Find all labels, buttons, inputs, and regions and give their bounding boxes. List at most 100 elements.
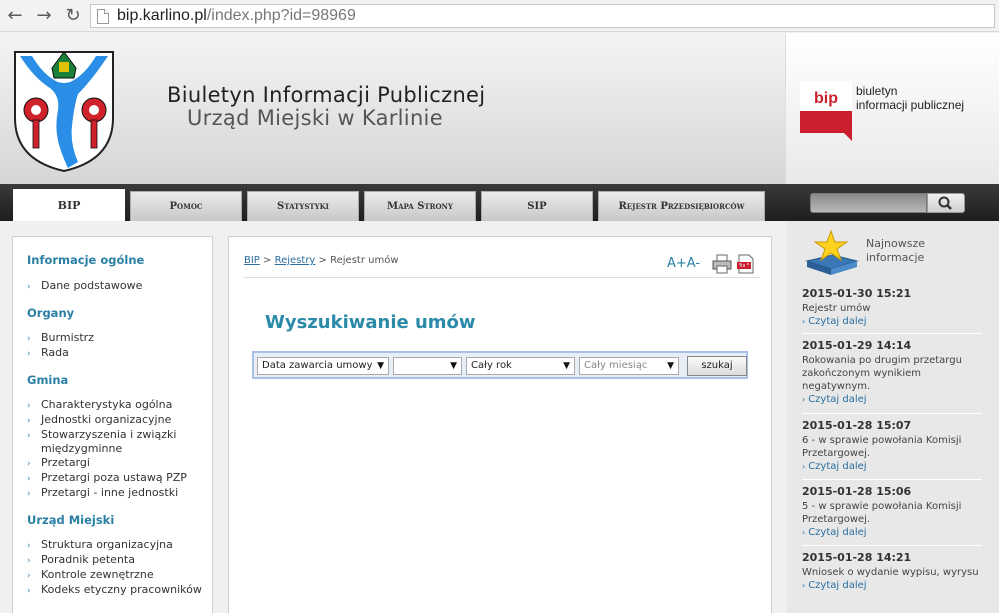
chevron-right-icon: › xyxy=(802,462,806,471)
read-more-link[interactable]: › Czytaj dalej xyxy=(802,527,988,538)
news-text[interactable]: Rokowania po drugim przetargu zakończony… xyxy=(802,354,988,393)
range-select[interactable]: Cały rok ▼ xyxy=(466,357,575,375)
left-sidebar: Informacje ogólne › Dane podstawowe Organ… xyxy=(12,236,213,613)
chevron-right-icon: › xyxy=(27,489,31,499)
sidebar-item-kodeks[interactable]: › Kodeks etyczny pracowników xyxy=(27,583,211,598)
bip-logo-line1: biuletyn xyxy=(856,84,897,98)
sidebar-item-burmistrz[interactable]: › Burmistrz xyxy=(27,331,211,346)
news-item: 2015-01-29 14:14 Rokowania po drugim prz… xyxy=(802,339,988,405)
tab-sip[interactable]: SIP xyxy=(481,191,593,221)
site-subtitle: Urząd Miejski w Karlinie xyxy=(187,106,443,130)
search-icon xyxy=(938,196,952,210)
news-divider xyxy=(802,545,982,546)
chevron-right-icon: › xyxy=(27,571,31,581)
news-header-line2: informacje xyxy=(866,251,925,264)
tab-statystyki[interactable]: Statystyki xyxy=(247,191,359,221)
sidebar-item-jednostki[interactable]: › Jednostki organizacyjne xyxy=(27,413,211,428)
search-filter-bar: Data zawarcia umowy ▼ ▼ Cały rok ▼ Cały mi… xyxy=(252,351,748,379)
news-date: 2015-01-29 14:14 xyxy=(802,339,912,352)
read-more-link[interactable]: › Czytaj dalej xyxy=(802,394,988,405)
chevron-right-icon: › xyxy=(802,528,806,537)
year-select[interactable]: ▼ xyxy=(393,357,462,375)
sidebar-item-charakterystyka[interactable]: › Charakterystyka ogólna xyxy=(27,398,211,413)
url-path: /index.php?id=98969 xyxy=(206,7,356,24)
karlino-coat-of-arms-logo[interactable] xyxy=(12,48,116,173)
search-input[interactable] xyxy=(810,193,927,213)
news-text[interactable]: Rejestr umów xyxy=(802,302,988,315)
back-arrow-icon[interactable]: ← xyxy=(4,5,26,27)
sidebar-section-gmina[interactable]: Gmina xyxy=(27,373,68,387)
news-text[interactable]: Wniosek o wydanie wypisu, wyrysu xyxy=(802,566,988,579)
month-select[interactable]: Cały miesiąc ▼ xyxy=(579,357,679,375)
tab-pomoc[interactable]: Pomoc xyxy=(130,191,242,221)
chevron-right-icon: › xyxy=(27,541,31,551)
page-icon xyxy=(97,9,109,24)
bip-logo[interactable]: bip biuletyn informacji publicznej xyxy=(800,81,980,141)
chevron-right-icon: › xyxy=(27,431,31,441)
url-text: bip.karlino.pl/index.php?id=98969 xyxy=(117,7,356,25)
sidebar-item-rada[interactable]: › Rada xyxy=(27,346,211,361)
read-more-link[interactable]: › Czytaj dalej xyxy=(802,316,988,327)
breadcrumb-rejestry[interactable]: Rejestry xyxy=(275,255,316,266)
site-header: Biuletyn Informacji Publicznej Urząd Mie… xyxy=(0,33,999,184)
news-divider xyxy=(802,413,982,414)
chevron-right-icon: › xyxy=(27,416,31,426)
news-date: 2015-01-28 14:21 xyxy=(802,551,912,564)
chevron-right-icon: › xyxy=(27,334,31,344)
print-icon[interactable] xyxy=(712,254,732,274)
sidebar-item-przetargi-inne[interactable]: › Przetargi - inne jednostki xyxy=(27,486,211,501)
chevron-right-icon: › xyxy=(27,401,31,411)
news-item: 2015-01-30 15:21 Rejestr umów › Czytaj da… xyxy=(802,287,988,327)
date-field-select[interactable]: Data zawarcia umowy ▼ xyxy=(257,357,389,375)
search-button[interactable] xyxy=(927,193,965,213)
chevron-right-icon: › xyxy=(802,317,806,326)
sidebar-section-urzad-miejski[interactable]: Urząd Miejski xyxy=(27,513,114,527)
breadcrumb-divider xyxy=(244,277,760,278)
news-divider xyxy=(802,479,982,480)
sidebar-item-przetargi[interactable]: › Przetargi xyxy=(27,456,211,471)
main-nav: BIP Pomoc Statystyki Mapa Strony SIP Rej… xyxy=(0,184,999,221)
pdf-icon[interactable] xyxy=(736,254,756,274)
reload-icon[interactable]: ↻ xyxy=(62,5,84,27)
news-header: Najnowsze informacje xyxy=(866,237,925,265)
sidebar-item-poradnik[interactable]: › Poradnik petenta xyxy=(27,553,211,568)
search-submit-button[interactable]: szukaj xyxy=(687,356,747,376)
chevron-right-icon: › xyxy=(27,282,31,292)
bip-logo-box: bip biuletyn informacji publicznej xyxy=(785,33,999,184)
chevron-down-icon: ▼ xyxy=(450,361,457,371)
sidebar-section-informacje-ogolne[interactable]: Informacje ogólne xyxy=(27,253,144,267)
chevron-right-icon: › xyxy=(27,556,31,566)
font-size-toggle[interactable]: A+A- xyxy=(667,256,700,271)
tab-mapa-strony[interactable]: Mapa Strony xyxy=(364,191,476,221)
news-text[interactable]: 6 - w sprawie powołania Komisji Przetarg… xyxy=(802,434,988,460)
main-content: BIP > Rejestry > Rejestr umów A+A- Wyszu… xyxy=(228,236,772,613)
news-item: 2015-01-28 15:06 5 - w sprawie powołania… xyxy=(802,485,988,538)
chevron-right-icon: › xyxy=(27,459,31,469)
site-title: Biuletyn Informacji Publicznej xyxy=(167,83,486,107)
read-more-link[interactable]: › Czytaj dalej xyxy=(802,461,988,472)
tab-rejestr-przedsiebiorcow[interactable]: Rejestr Przedsiębiorców xyxy=(598,191,765,221)
address-bar[interactable]: bip.karlino.pl/index.php?id=98969 xyxy=(90,4,995,28)
browser-toolbar: ← → ↻ bip.karlino.pl/index.php?id=98969 xyxy=(0,0,999,32)
chevron-right-icon: › xyxy=(802,395,806,404)
sidebar-item-dane-podstawowe[interactable]: › Dane podstawowe xyxy=(27,279,211,294)
url-host: bip.karlino.pl xyxy=(117,7,207,24)
forward-arrow-icon[interactable]: → xyxy=(33,5,55,27)
chevron-down-icon: ▼ xyxy=(377,361,384,371)
tab-bip[interactable]: BIP xyxy=(13,189,125,221)
chevron-right-icon: › xyxy=(27,586,31,596)
breadcrumb-separator: > xyxy=(318,255,327,266)
sidebar-item-przetargi-poza-pzp[interactable]: › Przetargi poza ustawą PZP xyxy=(27,471,211,486)
sidebar-section-organy[interactable]: Organy xyxy=(27,306,74,320)
sidebar-item-struktura[interactable]: › Struktura organizacyjna xyxy=(27,538,211,553)
news-divider xyxy=(802,333,982,334)
breadcrumb-bip[interactable]: BIP xyxy=(244,255,260,266)
news-item: 2015-01-28 14:21 Wniosek o wydanie wypis… xyxy=(802,551,988,591)
news-text[interactable]: 5 - w sprawie powołania Komisji Przetarg… xyxy=(802,500,988,526)
read-more-link[interactable]: › Czytaj dalej xyxy=(802,580,988,591)
chevron-right-icon: › xyxy=(27,474,31,484)
sidebar-item-stowarzyszenia[interactable]: › Stowarzyszenia i związki międzygminne xyxy=(27,428,211,456)
news-date: 2015-01-28 15:06 xyxy=(802,485,912,498)
page-title: Wyszukiwanie umów xyxy=(265,312,476,333)
sidebar-item-kontrole[interactable]: › Kontrole zewnętrzne xyxy=(27,568,211,583)
